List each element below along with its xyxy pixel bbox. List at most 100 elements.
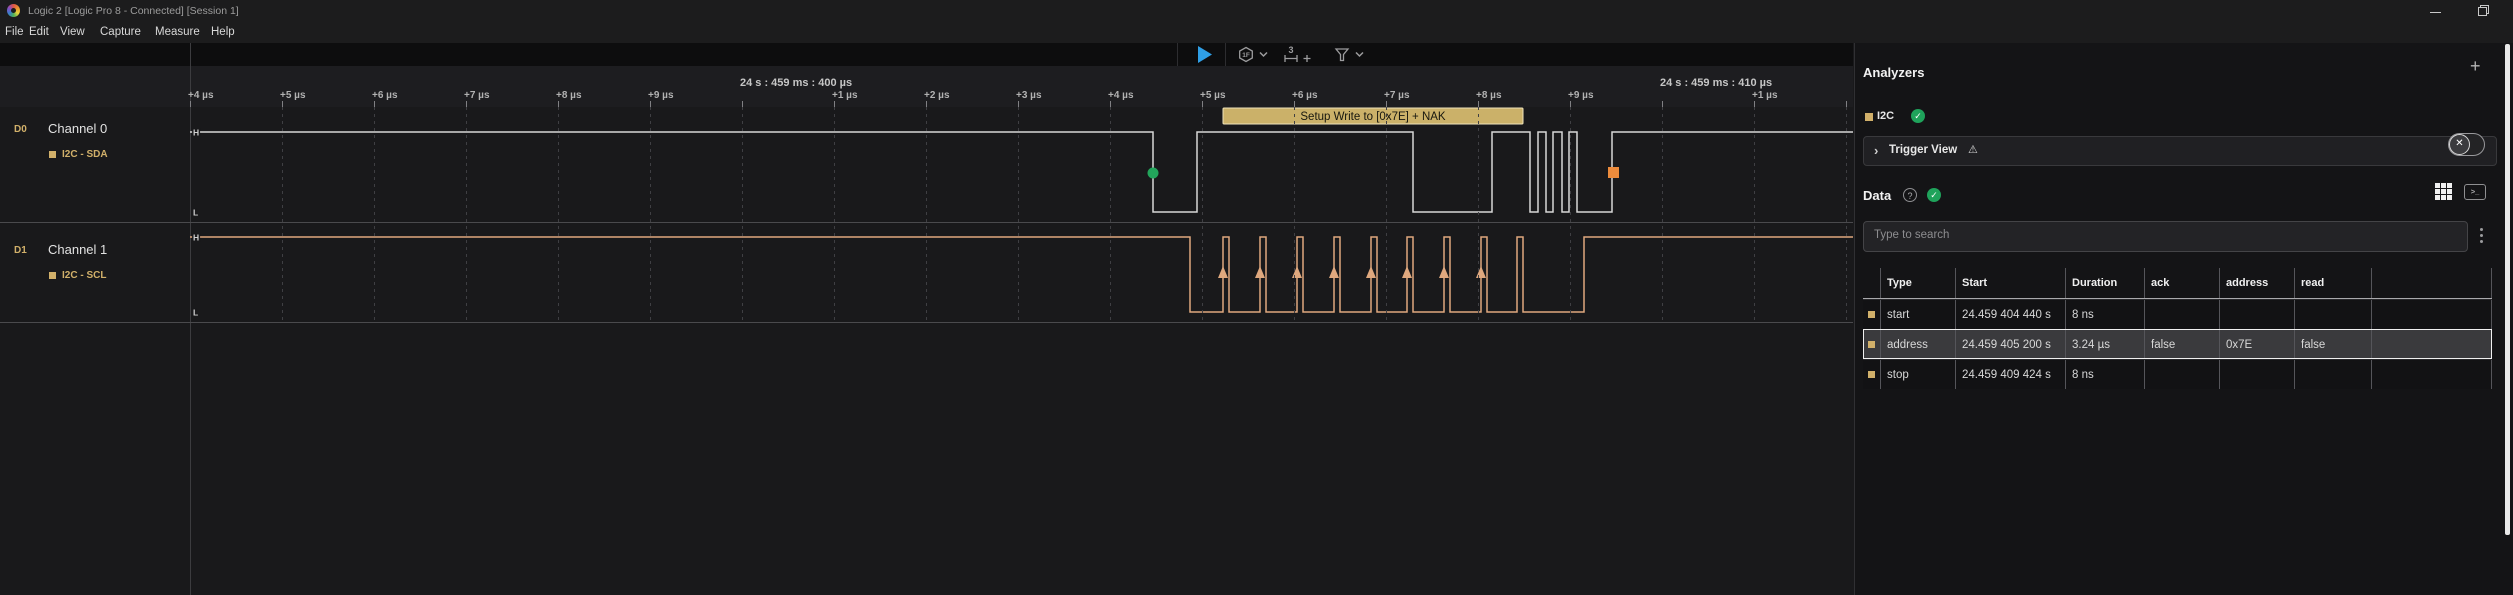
ruler-tick-label: +9 µs xyxy=(1568,90,1594,101)
channel1-analyzer-label[interactable]: I2C - SCL xyxy=(62,270,106,281)
ruler-tick-label: +1 µs xyxy=(1752,90,1778,101)
gridline xyxy=(742,107,743,322)
table-cell: 24.459 409 424 s xyxy=(1956,360,2066,389)
frame-swatch-icon xyxy=(1868,371,1875,378)
trigger-view-label: Trigger View xyxy=(1889,144,1958,156)
ruler-tick-label: +4 µs xyxy=(188,90,214,101)
channel0-name[interactable]: Channel 0 xyxy=(48,121,107,136)
waveform-traces[interactable]: Setup Write to [0x7E] + NAK H L H L xyxy=(190,107,1853,322)
channel1-name[interactable]: Channel 1 xyxy=(48,242,107,257)
gridline xyxy=(374,107,375,322)
table-cell: false xyxy=(2145,330,2220,359)
scl-rising-edge-arrow xyxy=(1218,266,1228,278)
add-analyzer-button[interactable]: + xyxy=(2470,56,2481,77)
row-swatch-cell xyxy=(1863,268,1881,298)
table-cell: 8 ns xyxy=(2066,300,2145,329)
restore-icon[interactable] xyxy=(2477,4,2490,17)
question-circle-icon[interactable]: ? xyxy=(1903,188,1917,202)
i2c-check-circle-icon: ✓ xyxy=(1911,109,1925,123)
table-cell xyxy=(2295,360,2372,389)
gridline xyxy=(650,107,651,322)
channel0-analyzer-swatch xyxy=(49,151,56,158)
ruler-tick xyxy=(190,101,191,107)
search-input[interactable] xyxy=(1863,221,2468,252)
table-cell: Start xyxy=(1956,268,2066,298)
table-cell: address xyxy=(2220,268,2295,298)
ruler-tick-label: +4 µs xyxy=(1108,90,1134,101)
frame-swatch-icon xyxy=(1868,311,1875,318)
kebab-menu-icon[interactable] xyxy=(2480,240,2483,243)
menu-help[interactable]: Help xyxy=(211,26,235,38)
terminal-icon[interactable]: >_ xyxy=(2464,184,2486,200)
ruler-tick-label: +5 µs xyxy=(280,90,306,101)
table-grid-icon[interactable] xyxy=(2435,183,2452,200)
close-x-icon[interactable]: ✕ xyxy=(2449,134,2470,155)
menu-edit[interactable]: Edit xyxy=(29,26,49,38)
table-cell xyxy=(2372,360,2492,389)
table-row-stop[interactable]: stop 24.459 409 424 s8 ns xyxy=(1863,359,2492,389)
plus-icon xyxy=(1303,55,1311,62)
gridline xyxy=(466,107,467,322)
panel-scrollbar-thumb[interactable] xyxy=(2505,44,2510,535)
app-logo-icon-center xyxy=(11,8,16,13)
table-cell: 24.459 405 200 s xyxy=(1956,330,2066,359)
menu-measure[interactable]: Measure xyxy=(155,26,200,38)
trigger-view-row[interactable] xyxy=(1863,136,2497,166)
menu-view[interactable]: View xyxy=(60,26,85,38)
gridline xyxy=(558,107,559,322)
gridline xyxy=(834,107,835,322)
analyzers-section-title: Analyzers xyxy=(1863,65,1925,80)
measurement-count-label: 3 xyxy=(1288,45,1293,55)
graph-toolbar-band xyxy=(0,43,1853,66)
minimize-icon[interactable] xyxy=(2430,12,2441,13)
play-capture-button[interactable] xyxy=(1198,46,1212,63)
level-h-label: H xyxy=(193,233,199,243)
ruler-tick-label: +2 µs xyxy=(924,90,950,101)
table-cell: address xyxy=(1881,330,1956,359)
ruler-tick-label: +1 µs xyxy=(832,90,858,101)
i2c-analyzer-label[interactable]: I2C xyxy=(1877,110,1894,122)
table-row-address[interactable]: address 24.459 405 200 s 3.24 µs false 0x7E f… xyxy=(1863,329,2492,359)
gridline xyxy=(1110,107,1111,322)
chevron-right-icon[interactable]: › xyxy=(1874,143,1878,158)
table-cell: 3.24 µs xyxy=(2066,330,2145,359)
d1-waveform-trace[interactable] xyxy=(190,236,1853,313)
trigger-marker-button[interactable] xyxy=(1334,48,1364,62)
scl-rising-edge-arrow xyxy=(1402,266,1412,278)
channel0-analyzer-label[interactable]: I2C - SDA xyxy=(62,149,108,160)
scl-rising-edge-arrow xyxy=(1439,266,1449,278)
menu-file[interactable]: File xyxy=(5,26,24,38)
table-cell: ack xyxy=(2145,268,2220,298)
add-measurement-button[interactable]: 3 xyxy=(1284,45,1311,62)
table-cell: stop xyxy=(1881,360,1956,389)
table-cell xyxy=(2220,360,2295,389)
decoded-data-table: Type Start Duration ack address read start 24.4… xyxy=(1863,268,2492,389)
table-cell: Type xyxy=(1881,268,1956,298)
kebab-menu-icon[interactable] xyxy=(2480,234,2483,237)
gridline xyxy=(1570,107,1571,322)
search-placeholder: Type to search xyxy=(1874,229,1950,241)
ruler-tick-label: +7 µs xyxy=(1384,90,1410,101)
channel-divider xyxy=(0,322,1853,323)
gridline xyxy=(1018,107,1019,322)
radix-selector-button[interactable]: 1F xyxy=(1239,46,1268,63)
table-cell xyxy=(2145,360,2220,389)
data-check-circle-icon: ✓ xyxy=(1927,188,1941,202)
table-row-start[interactable]: start 24.459 404 440 s8 ns xyxy=(1863,299,2492,329)
gridline xyxy=(926,107,927,322)
i2c-decode-bubble-label: Setup Write to [0x7E] + NAK xyxy=(1300,111,1446,123)
gridline xyxy=(1202,107,1203,322)
ruler-tick-label: +5 µs xyxy=(1200,90,1226,101)
ruler-tick-label: +3 µs xyxy=(1016,90,1042,101)
table-cell xyxy=(2372,330,2492,359)
table-cell xyxy=(2372,268,2492,298)
chevron-down-icon xyxy=(1355,51,1364,58)
frame-swatch-icon xyxy=(1868,341,1875,348)
scl-rising-edge-arrow xyxy=(1366,266,1376,278)
d0-waveform-trace[interactable] xyxy=(190,131,1853,213)
menu-capture[interactable]: Capture xyxy=(100,26,141,38)
table-cell: 8 ns xyxy=(2066,360,2145,389)
scl-rising-edge-arrow xyxy=(1329,266,1339,278)
kebab-menu-icon[interactable] xyxy=(2480,228,2483,231)
toolbar-separator xyxy=(1177,43,1178,66)
